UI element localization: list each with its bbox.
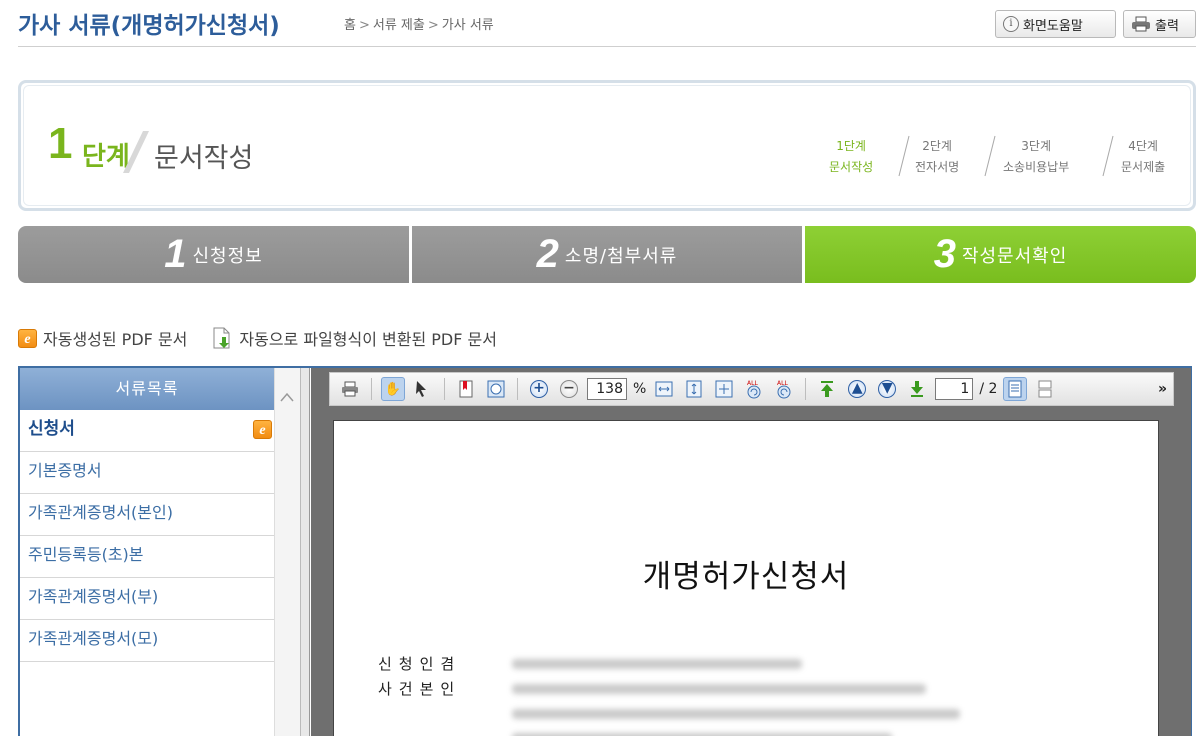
page-total: / 2 xyxy=(979,381,998,397)
document-list-scrollbar[interactable] xyxy=(274,368,300,736)
more-tools-button[interactable]: » xyxy=(1158,381,1167,397)
tab-applicant-info[interactable]: 1 신청정보 xyxy=(18,226,409,283)
pdf-page: 개명허가신청서 신청인겸 사건본인 xyxy=(333,420,1159,736)
page-input[interactable]: 1 xyxy=(935,378,974,400)
single-page-icon[interactable] xyxy=(1003,377,1028,401)
next-page-icon[interactable]: ▼ xyxy=(875,377,899,401)
doc-label-principal: 사건본인 xyxy=(378,680,462,698)
fit-height-icon[interactable] xyxy=(682,377,706,401)
auto-pdf-icon: e xyxy=(18,328,37,348)
doc-item-label: 가족관계증명서(본인) xyxy=(28,503,173,522)
mini-slash xyxy=(898,135,910,177)
viewer-toolbar: ✋ + − 138 % ALL ALL ▲ ▼ 1 / 2 » xyxy=(329,372,1174,406)
mini-slash xyxy=(984,135,996,177)
redacted-text xyxy=(512,684,926,694)
breadcrumb-home[interactable]: 홈 xyxy=(344,18,356,33)
mini-slash xyxy=(1102,135,1114,177)
print-label: 출력 xyxy=(1155,18,1179,34)
bookmark-icon[interactable] xyxy=(454,377,478,401)
tab-label: 소명/첨부서류 xyxy=(564,245,678,267)
fit-page-icon[interactable] xyxy=(712,377,736,401)
doc-item-label: 기본증명서 xyxy=(28,461,102,480)
step-slash-icon xyxy=(123,131,149,173)
select-tool-icon[interactable] xyxy=(411,377,435,401)
zoom-input[interactable]: 138 xyxy=(587,378,627,400)
tab-attachments[interactable]: 2 소명/첨부서류 xyxy=(412,226,802,283)
print-button[interactable]: 출력 xyxy=(1123,10,1196,38)
continuous-page-icon[interactable] xyxy=(1033,377,1057,401)
breadcrumb-submit[interactable]: 서류 제출 xyxy=(373,18,425,33)
hand-tool-icon[interactable]: ✋ xyxy=(381,377,405,401)
rotate-all-left-icon[interactable]: ALL xyxy=(742,377,766,401)
doc-item-family-self[interactable]: 가족관계증명서(본인) xyxy=(20,494,274,536)
mini-step-3: 3단계 소송비용납부 xyxy=(1003,139,1070,174)
tab-review-document[interactable]: 3 작성문서확인 xyxy=(805,226,1196,283)
tab-number: 1 xyxy=(164,232,187,276)
printer-icon xyxy=(1132,16,1150,32)
doc-item-basic-cert[interactable]: 기본증명서 xyxy=(20,452,274,494)
redacted-text xyxy=(512,709,960,719)
page-header: 가사 서류(개명허가신청서) 홈 > 서류 제출 > 가사 서류 i 화면도움말 출력 xyxy=(18,0,1196,47)
tab-label: 신청정보 xyxy=(192,245,263,267)
doc-item-label: 신청서 xyxy=(28,419,75,439)
mini-step-2: 2단계 전자서명 xyxy=(915,139,960,174)
converted-pdf-label: 자동으로 파일형식이 변환된 PDF 문서 xyxy=(239,330,497,349)
doc-item-family-father[interactable]: 가족관계증명서(부) xyxy=(20,578,274,620)
tab-number: 2 xyxy=(536,232,559,276)
help-label: 화면도움말 xyxy=(1023,18,1083,34)
prev-page-icon[interactable]: ▲ xyxy=(845,377,869,401)
mini-step-1: 1단계 문서작성 xyxy=(829,139,874,174)
info-icon: i xyxy=(1003,16,1019,32)
step-banner: 1 단계 문서작성 1단계 문서작성 2단계 전자서명 3단계 소송비용납부 4단계 문… xyxy=(18,80,1196,211)
auto-pdf-label: 자동생성된 PDF 문서 xyxy=(43,330,188,349)
breadcrumb-sep: > xyxy=(427,18,439,33)
step-number: 1 xyxy=(48,119,73,168)
scroll-up-icon[interactable] xyxy=(280,392,294,402)
redacted-text xyxy=(512,659,802,669)
first-page-icon[interactable] xyxy=(815,377,839,401)
thumbnail-icon[interactable] xyxy=(484,377,508,401)
sub-step-tabs: 1 신청정보 2 소명/첨부서류 3 작성문서확인 xyxy=(18,226,1196,283)
doc-item-application[interactable]: 신청서 e xyxy=(20,410,274,452)
breadcrumb: 홈 > 서류 제출 > 가사 서류 xyxy=(344,14,494,33)
converted-pdf-icon xyxy=(213,327,230,349)
fit-width-icon[interactable] xyxy=(652,377,676,401)
auto-pdf-icon: e xyxy=(253,420,272,439)
document-panel: 서류목록 신청서 e 기본증명서 가족관계증명서(본인) 주민등록등(초)본 가… xyxy=(18,366,1192,736)
doc-item-resident-reg[interactable]: 주민등록등(초)본 xyxy=(20,536,274,578)
pdf-legend: e 자동생성된 PDF 문서 자동으로 파일형식이 변환된 PDF 문서 xyxy=(18,326,497,350)
breadcrumb-current: 가사 서류 xyxy=(441,18,494,33)
print-icon[interactable] xyxy=(338,377,362,401)
splitter[interactable] xyxy=(300,368,310,736)
tab-label: 작성문서확인 xyxy=(961,245,1068,267)
zoom-in-icon[interactable]: + xyxy=(527,377,551,401)
document-list-header: 서류목록 xyxy=(20,368,274,410)
breadcrumb-sep: > xyxy=(358,18,370,33)
help-button[interactable]: i 화면도움말 xyxy=(995,10,1116,38)
doc-item-label: 가족관계증명서(모) xyxy=(28,629,159,648)
document-list: 서류목록 신청서 e 기본증명서 가족관계증명서(본인) 주민등록등(초)본 가… xyxy=(20,368,274,736)
zoom-unit: % xyxy=(633,381,647,397)
last-page-icon[interactable] xyxy=(905,377,929,401)
page-title: 가사 서류(개명허가신청서) xyxy=(18,13,280,39)
mini-step-4: 4단계 문서제출 xyxy=(1121,139,1166,174)
doc-item-label: 가족관계증명서(부) xyxy=(28,587,159,606)
doc-item-label: 주민등록등(초)본 xyxy=(28,545,144,564)
pdf-viewer: ✋ + − 138 % ALL ALL ▲ ▼ 1 / 2 » 개명허가신청서 … xyxy=(311,368,1191,736)
zoom-out-icon[interactable]: − xyxy=(557,377,581,401)
step-title: 문서작성 xyxy=(154,143,254,174)
doc-item-family-mother[interactable]: 가족관계증명서(모) xyxy=(20,620,274,662)
doc-label-applicant: 신청인겸 xyxy=(378,655,462,673)
rotate-all-right-icon[interactable]: ALL xyxy=(772,377,796,401)
doc-title: 개명허가신청서 xyxy=(642,559,850,595)
tab-number: 3 xyxy=(933,232,956,276)
